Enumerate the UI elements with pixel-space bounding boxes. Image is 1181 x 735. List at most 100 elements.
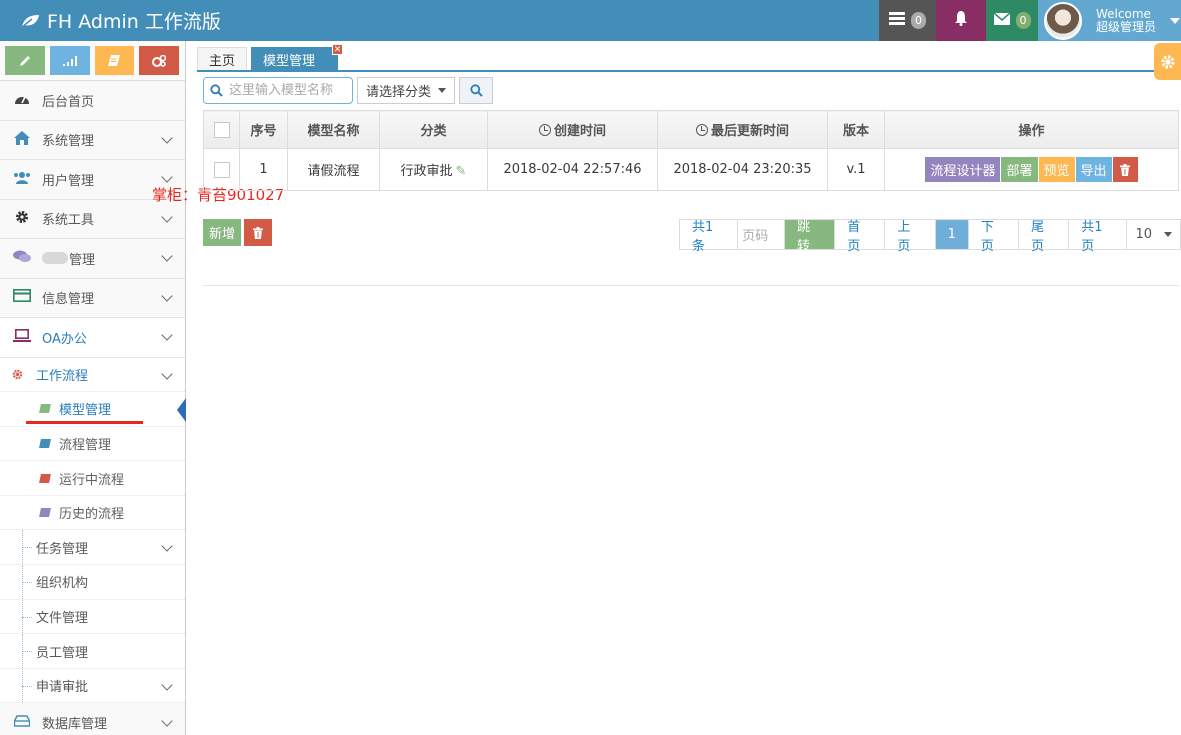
main-content: 主页 模型管理 ✕ 请选择分类 序号 模 bbox=[187, 41, 1181, 735]
col-name-header: 模型名称 bbox=[287, 110, 380, 149]
book-icon bbox=[39, 438, 51, 448]
search-icon bbox=[210, 84, 223, 97]
submenu-history-processes[interactable]: 历史的流程 bbox=[0, 496, 185, 531]
trash-icon bbox=[1120, 163, 1131, 176]
submenu-application-approval[interactable]: 申请审批 bbox=[0, 668, 185, 704]
submenu-workflow[interactable]: 工作流程 bbox=[0, 357, 185, 393]
pencil-icon bbox=[19, 55, 30, 66]
blurred-text bbox=[42, 252, 68, 265]
pager-jump-button[interactable]: 跳转 bbox=[783, 220, 835, 254]
pager-total: 共1条 bbox=[680, 220, 738, 254]
hdd-icon bbox=[12, 714, 32, 731]
delete-button[interactable] bbox=[1112, 157, 1138, 182]
chevron-down-icon bbox=[161, 679, 173, 691]
trash-icon bbox=[253, 226, 264, 239]
book-icon bbox=[39, 473, 51, 483]
shortcut-book-button[interactable] bbox=[94, 46, 135, 75]
caret-down-icon bbox=[1164, 232, 1173, 237]
credit-card-icon bbox=[12, 289, 32, 306]
submenu-model-management[interactable]: 模型管理 bbox=[0, 392, 186, 427]
menu-dashboard[interactable]: 后台首页 bbox=[0, 81, 185, 121]
shortcut-signal-button[interactable] bbox=[49, 46, 90, 75]
bulk-delete-button[interactable] bbox=[244, 219, 273, 246]
menu-system-management[interactable]: 系统管理 bbox=[0, 120, 185, 160]
submenu-staff-management[interactable]: 员工管理 bbox=[0, 634, 185, 669]
laptop-icon bbox=[12, 328, 32, 346]
book-icon bbox=[39, 508, 51, 518]
bulk-actions: 新增 bbox=[203, 219, 273, 246]
checkbox[interactable] bbox=[213, 121, 230, 138]
search-field[interactable] bbox=[203, 77, 353, 104]
row-checkbox[interactable] bbox=[213, 161, 230, 178]
search-button[interactable] bbox=[459, 77, 493, 104]
cog-icon bbox=[12, 369, 23, 384]
book-icon bbox=[39, 404, 51, 414]
tab-home[interactable]: 主页 bbox=[197, 47, 248, 71]
col-index-header: 序号 bbox=[239, 110, 288, 149]
submenu-process-management[interactable]: 流程管理 bbox=[0, 427, 185, 462]
pager-current-page[interactable]: 1 bbox=[934, 220, 968, 249]
signal-icon bbox=[62, 55, 77, 66]
menu-system-tools[interactable]: 系统工具 bbox=[0, 199, 185, 239]
tab-model-management[interactable]: 模型管理 ✕ bbox=[251, 44, 344, 71]
pager-last-button[interactable]: 尾页 bbox=[1018, 220, 1069, 254]
chevron-down-icon bbox=[161, 367, 173, 380]
submenu-task-management[interactable]: 任务管理 bbox=[0, 530, 185, 566]
notifications-button[interactable] bbox=[936, 0, 986, 41]
user-menu[interactable]: Welcome 超级管理员 bbox=[1038, 0, 1181, 41]
close-icon[interactable]: ✕ bbox=[332, 44, 344, 55]
tasks-icon bbox=[889, 12, 905, 29]
menu-oa-office[interactable]: OA办公 bbox=[0, 318, 185, 358]
submenu-file-management[interactable]: 文件管理 bbox=[0, 599, 185, 635]
shortcut-cogs-button[interactable] bbox=[139, 46, 179, 75]
menu-info-management[interactable]: 信息管理 bbox=[0, 278, 185, 318]
shortcut-pencil-button[interactable] bbox=[5, 46, 45, 75]
page-number-input[interactable]: 页码 bbox=[737, 220, 784, 249]
highlight-underline bbox=[26, 421, 143, 425]
pager-prev-button[interactable]: 上页 bbox=[884, 220, 935, 254]
welcome-text: Welcome 超级管理员 bbox=[1096, 6, 1157, 34]
chevron-down-icon bbox=[161, 329, 173, 341]
brand[interactable]: FH Admin 工作流版 bbox=[20, 7, 221, 34]
mail-count-badge: 0 bbox=[1015, 12, 1031, 29]
category-select[interactable]: 请选择分类 bbox=[357, 77, 455, 104]
col-actions-header: 操作 bbox=[884, 110, 1179, 149]
chevron-down-icon bbox=[161, 171, 173, 183]
tasks-button[interactable]: 0 bbox=[879, 0, 936, 41]
tasks-count-badge: 0 bbox=[911, 12, 926, 29]
designer-button[interactable]: 流程设计器 bbox=[925, 157, 1001, 182]
edit-icon[interactable]: ✎ bbox=[456, 164, 467, 179]
home-icon bbox=[12, 130, 32, 149]
col-created-header: 创建时间 bbox=[487, 110, 658, 149]
app-title: FH Admin 工作流版 bbox=[47, 11, 221, 33]
col-updated-header: 最后更新时间 bbox=[657, 110, 828, 149]
search-input[interactable] bbox=[229, 83, 349, 98]
pager-next-button[interactable]: 下页 bbox=[967, 220, 1019, 254]
pagination: 共1条 页码 跳转 首页 上页 1 下页 尾页 共1页 10 bbox=[679, 219, 1181, 254]
tab-bar: 主页 模型管理 ✕ bbox=[197, 44, 344, 71]
menu-top-list: 后台首页 系统管理 用户管理 系统工具 管理 信息管理 OA办公 bbox=[0, 81, 185, 358]
cell-name: 请假流程 bbox=[287, 148, 380, 191]
submenu-organization[interactable]: 组织机构 bbox=[0, 565, 185, 600]
cell-updated: 2018-02-04 23:20:35 bbox=[657, 148, 828, 191]
col-version-header: 版本 bbox=[827, 110, 885, 149]
messages-button[interactable]: 0 bbox=[986, 0, 1038, 41]
pager-first-button[interactable]: 首页 bbox=[834, 220, 885, 254]
sidebar: 后台首页 系统管理 用户管理 系统工具 管理 信息管理 OA办公 工作流程 模型… bbox=[0, 41, 186, 735]
export-button[interactable]: 导出 bbox=[1075, 157, 1112, 182]
avatar bbox=[1044, 1, 1082, 40]
chevron-down-icon bbox=[161, 132, 173, 144]
submenu-running-processes[interactable]: 运行中流程 bbox=[0, 461, 185, 496]
row-actions: 流程设计器 部署 预览 导出 bbox=[925, 157, 1138, 182]
table-header-row: 序号 模型名称 分类 创建时间 最后更新时间 版本 操作 bbox=[203, 110, 1179, 149]
envelope-icon bbox=[993, 11, 1010, 29]
preview-button[interactable]: 预览 bbox=[1038, 157, 1075, 182]
select-all-checkbox[interactable] bbox=[203, 110, 240, 149]
add-button[interactable]: 新增 bbox=[203, 219, 242, 246]
deploy-button[interactable]: 部署 bbox=[1001, 157, 1038, 182]
menu-blurred-management[interactable]: 管理 bbox=[0, 239, 185, 279]
settings-gear-icon[interactable] bbox=[1154, 43, 1181, 80]
menu-database-management[interactable]: 数据库管理 bbox=[0, 703, 185, 735]
page-size-select[interactable]: 10 bbox=[1126, 220, 1181, 249]
dashboard-icon bbox=[12, 92, 32, 109]
